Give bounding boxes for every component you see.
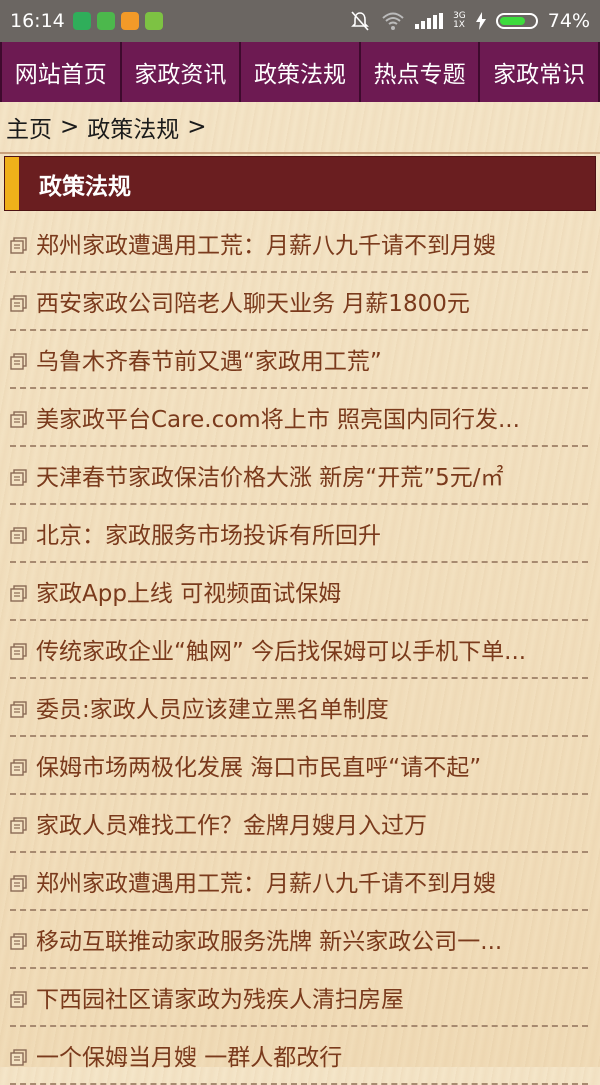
article-title-link[interactable]: 乌鲁木齐春节前又遇“家政用工荒” <box>36 342 382 376</box>
article-title-link[interactable]: 传统家政企业“触网” 今后找保姆可以手机下单... <box>36 632 526 666</box>
document-icon <box>10 585 27 602</box>
list-item[interactable]: 委员:家政人员应该建立黑名单制度 <box>10 679 588 737</box>
document-icon <box>10 237 27 254</box>
document-icon <box>10 1049 27 1066</box>
document-icon <box>10 817 27 834</box>
list-item[interactable]: 传统家政企业“触网” 今后找保姆可以手机下单... <box>10 621 588 679</box>
document-icon <box>10 353 27 370</box>
charging-icon <box>475 12 486 30</box>
mute-icon <box>351 11 369 31</box>
list-item[interactable]: 北京：家政服务市场投诉有所回升 <box>10 505 588 563</box>
article-title-link[interactable]: 天津春节家政保洁价格大涨 新房“开荒”5元/㎡ <box>36 458 504 492</box>
wifi-icon <box>382 12 404 30</box>
breadcrumb-separator: > <box>60 114 80 140</box>
section-accent-bar <box>5 157 19 210</box>
breadcrumb: 主页 > 政策法规 > <box>0 102 600 154</box>
list-item[interactable]: 家政人员难找工作？金牌月嫂月入过万 <box>10 795 588 853</box>
list-item[interactable]: 保姆市场两极化发展 海口市民直呼“请不起” <box>10 737 588 795</box>
article-title-link[interactable]: 郑州家政遭遇用工荒：月薪八九千请不到月嫂 <box>36 864 496 898</box>
tab-policy[interactable]: 政策法规 <box>241 42 361 102</box>
list-item[interactable]: 乌鲁木齐春节前又遇“家政用工荒” <box>10 331 588 389</box>
list-item[interactable]: 郑州家政遭遇用工荒：月薪八九千请不到月嫂 <box>10 215 588 273</box>
document-icon <box>10 991 27 1008</box>
list-item[interactable]: 下西园社区请家政为残疾人清扫房屋 <box>10 969 588 1027</box>
network-type: 3G 1X <box>453 11 466 30</box>
document-icon <box>10 701 27 718</box>
section-title: 政策法规 <box>39 173 131 200</box>
list-item[interactable]: 美家政平台Care.com将上市 照亮国内同行发... <box>10 389 588 447</box>
list-item[interactable]: 移动互联推动家政服务洗牌 新兴家政公司一... <box>10 911 588 969</box>
shield-app-icon <box>72 12 91 30</box>
battery-app-icon <box>96 12 115 30</box>
breadcrumb-separator: > <box>187 114 207 140</box>
signal-icon <box>415 13 444 29</box>
list-item[interactable]: 西安家政公司陪老人聊天业务 月薪1800元 <box>10 273 588 331</box>
top-nav: 网站首页 家政资讯 政策法规 热点专题 家政常识 <box>0 42 600 102</box>
status-bar: 16:14 3G 1X 74% <box>0 0 600 42</box>
battery-fill <box>499 17 525 25</box>
article-list: 郑州家政遭遇用工荒：月薪八九千请不到月嫂 西安家政公司陪老人聊天业务 月薪1800… <box>0 215 600 1085</box>
article-title-link[interactable]: 下西园社区请家政为残疾人清扫房屋 <box>36 980 404 1014</box>
document-icon <box>10 527 27 544</box>
tab-topics[interactable]: 热点专题 <box>361 42 481 102</box>
list-item[interactable]: 天津春节家政保洁价格大涨 新房“开荒”5元/㎡ <box>10 447 588 505</box>
list-item[interactable]: 一个保姆当月嫂 一群人都改行 <box>10 1027 588 1085</box>
battery-icon <box>495 13 538 29</box>
article-title-link[interactable]: 保姆市场两极化发展 海口市民直呼“请不起” <box>36 748 481 782</box>
document-icon <box>10 469 27 486</box>
document-icon <box>10 295 27 312</box>
document-icon <box>10 875 27 892</box>
article-title-link[interactable]: 美家政平台Care.com将上市 照亮国内同行发... <box>36 400 520 434</box>
document-icon <box>10 643 27 660</box>
android-app-icon <box>144 12 163 30</box>
article-title-link[interactable]: 郑州家政遭遇用工荒：月薪八九千请不到月嫂 <box>36 226 496 260</box>
article-title-link[interactable]: 委员:家政人员应该建立黑名单制度 <box>36 690 389 724</box>
tab-news[interactable]: 家政资讯 <box>122 42 242 102</box>
list-item[interactable]: 家政App上线 可视频面试保姆 <box>10 563 588 621</box>
document-icon <box>10 411 27 428</box>
article-title-link[interactable]: 西安家政公司陪老人聊天业务 月薪1800元 <box>36 284 470 318</box>
article-title-link[interactable]: 移动互联推动家政服务洗牌 新兴家政公司一... <box>36 922 502 956</box>
document-icon <box>10 759 27 776</box>
article-title-link[interactable]: 家政App上线 可视频面试保姆 <box>36 574 341 608</box>
orange-app-icon <box>120 12 139 30</box>
section-header: 政策法规 <box>4 156 596 211</box>
battery-percent: 74% <box>547 10 590 32</box>
list-item[interactable]: 郑州家政遭遇用工荒：月薪八九千请不到月嫂 <box>10 853 588 911</box>
breadcrumb-current-link[interactable]: 政策法规 <box>87 110 179 144</box>
article-title-link[interactable]: 北京：家政服务市场投诉有所回升 <box>36 516 381 550</box>
status-time: 16:14 <box>10 10 65 32</box>
tab-knowledge[interactable]: 家政常识 <box>480 42 600 102</box>
tab-home[interactable]: 网站首页 <box>0 42 122 102</box>
breadcrumb-home-link[interactable]: 主页 <box>6 110 52 144</box>
document-icon <box>10 933 27 950</box>
article-title-link[interactable]: 家政人员难找工作？金牌月嫂月入过万 <box>36 806 427 840</box>
